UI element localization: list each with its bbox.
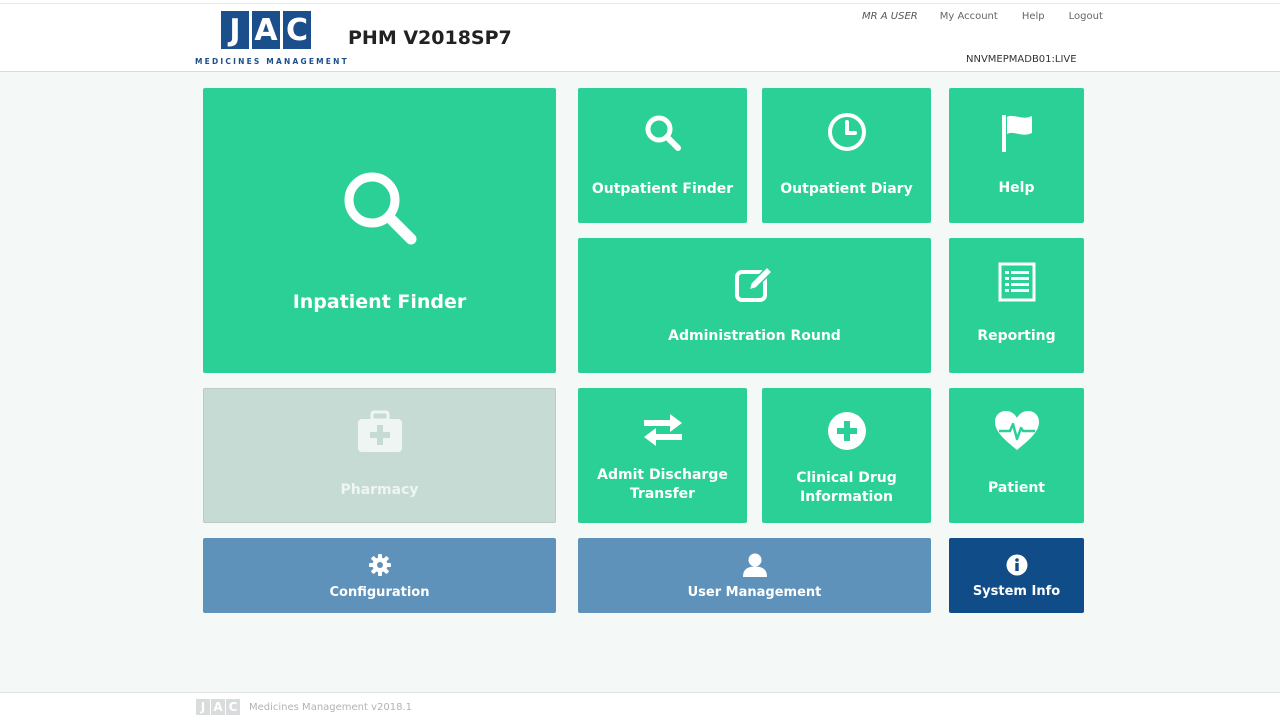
footer-logo-letter-c: C bbox=[226, 699, 240, 715]
current-user-name: MR A USER bbox=[862, 11, 918, 22]
user-icon bbox=[742, 553, 768, 577]
patient-tile[interactable]: Patient bbox=[949, 388, 1084, 523]
my-account-link[interactable]: My Account bbox=[940, 11, 998, 22]
logout-link[interactable]: Logout bbox=[1069, 11, 1103, 22]
logo-letter-j: J bbox=[221, 11, 249, 49]
flag-icon bbox=[997, 112, 1037, 154]
server-name: NNVMEPMADB01:LIVE bbox=[966, 54, 1077, 65]
gear-icon bbox=[368, 553, 392, 577]
footer-logo: J A C bbox=[196, 699, 240, 715]
system-info-label: System Info bbox=[972, 584, 1061, 599]
reporting-label: Reporting bbox=[977, 328, 1056, 344]
outpatient-diary-label: Outpatient Diary bbox=[780, 181, 913, 197]
help-link[interactable]: Help bbox=[1022, 11, 1045, 22]
administration-round-label: Administration Round bbox=[668, 328, 841, 344]
logo-letters: J A C bbox=[221, 11, 311, 49]
plus-circle-icon bbox=[827, 411, 867, 451]
logo-letter-c: C bbox=[283, 11, 311, 49]
pharmacy-label: Pharmacy bbox=[340, 482, 419, 498]
admit-discharge-label-line2: Transfer bbox=[629, 485, 696, 502]
help-tile[interactable]: Help bbox=[949, 88, 1084, 223]
app-title: PHM V2018SP7 bbox=[348, 27, 512, 49]
logo-letter-a: A bbox=[252, 11, 280, 49]
info-icon bbox=[1006, 554, 1028, 576]
app-header: J A C MEDICINES MANAGEMENT PHM V2018SP7 … bbox=[0, 0, 1280, 72]
pharmacy-tile[interactable]: Pharmacy bbox=[203, 388, 556, 523]
search-icon bbox=[340, 168, 420, 248]
user-nav: MR A USER My Account Help Logout bbox=[862, 11, 1127, 22]
configuration-label: Configuration bbox=[329, 585, 430, 600]
admit-discharge-transfer-label: Admit Discharge Transfer bbox=[597, 466, 728, 504]
footer-version: Medicines Management v2018.1 bbox=[249, 702, 413, 713]
admit-discharge-label-line1: Admit Discharge bbox=[597, 467, 728, 483]
reporting-tile[interactable]: Reporting bbox=[949, 238, 1084, 373]
clinical-drug-information-label: Clinical Drug Information bbox=[796, 469, 897, 507]
help-tile-label: Help bbox=[998, 180, 1035, 196]
configuration-tile[interactable]: Configuration bbox=[203, 538, 556, 613]
medical-kit-icon bbox=[356, 410, 404, 454]
admit-discharge-transfer-tile[interactable]: Admit Discharge Transfer bbox=[578, 388, 747, 523]
outpatient-diary-tile[interactable]: Outpatient Diary bbox=[762, 88, 931, 223]
list-icon bbox=[998, 262, 1036, 302]
outpatient-finder-label: Outpatient Finder bbox=[591, 181, 734, 197]
heartbeat-icon bbox=[993, 410, 1041, 452]
search-icon bbox=[643, 113, 683, 153]
edit-icon bbox=[733, 262, 777, 304]
footer-logo-letter-j: J bbox=[196, 699, 210, 715]
app-footer: J A C Medicines Management v2018.1 bbox=[0, 692, 1280, 720]
logo-subtitle: MEDICINES MANAGEMENT bbox=[195, 57, 349, 66]
patient-label: Patient bbox=[988, 480, 1045, 496]
outpatient-finder-tile[interactable]: Outpatient Finder bbox=[578, 88, 747, 223]
clock-icon bbox=[827, 112, 867, 152]
jac-logo: J A C MEDICINES MANAGEMENT bbox=[195, 11, 347, 67]
clinical-drug-label-line2: Information bbox=[800, 488, 893, 505]
header-top-rule bbox=[0, 3, 1280, 4]
inpatient-finder-label: Inpatient Finder bbox=[292, 291, 467, 313]
clinical-drug-information-tile[interactable]: Clinical Drug Information bbox=[762, 388, 931, 523]
administration-round-tile[interactable]: Administration Round bbox=[578, 238, 931, 373]
system-info-tile[interactable]: System Info bbox=[949, 538, 1084, 613]
clinical-drug-label-line1: Clinical Drug bbox=[796, 470, 897, 486]
user-management-label: User Management bbox=[687, 585, 822, 600]
inpatient-finder-tile[interactable]: Inpatient Finder bbox=[203, 88, 556, 373]
user-management-tile[interactable]: User Management bbox=[578, 538, 931, 613]
footer-logo-letter-a: A bbox=[211, 699, 225, 715]
exchange-arrows-icon bbox=[642, 412, 684, 448]
